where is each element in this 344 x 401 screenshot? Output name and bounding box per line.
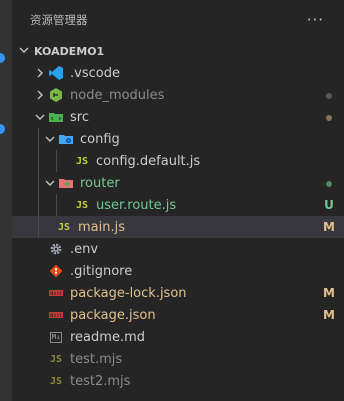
more-actions-icon[interactable]: ···: [307, 11, 324, 29]
indent-guide: [56, 150, 57, 172]
node-folder-icon: [48, 87, 64, 103]
js-file-icon: JS: [48, 373, 64, 389]
tree-item-test-mjs[interactable]: JS test.mjs: [12, 348, 344, 370]
tree-item-package-lock-json[interactable]: package-lock.json M: [12, 282, 344, 304]
explorer-panel: 资源管理器 ··· KOADEMO1 .vscode node_modules …: [12, 0, 344, 401]
tree-item-main-js[interactable]: JS main.js M: [12, 216, 344, 238]
config-folder-icon: [58, 131, 74, 147]
js-icon-text: JS: [57, 221, 71, 233]
tree-item-label: package-lock.json: [70, 285, 187, 301]
tree-item-label: router: [80, 175, 120, 191]
chevron-down-icon: [32, 113, 48, 121]
tree-item-label: user.route.js: [96, 197, 177, 213]
chevron-down-icon: [12, 45, 34, 58]
chevron-down-icon: [42, 135, 58, 143]
tree-item-gitignore[interactable]: .gitignore: [12, 260, 344, 282]
chevron-down-icon: [42, 179, 58, 187]
tree-item-src[interactable]: src: [12, 106, 344, 128]
tree-item-config-default-js[interactable]: JS config.default.js: [12, 150, 344, 172]
chevron-right-icon: [32, 68, 48, 78]
left-edge: [0, 0, 12, 401]
tree-item-vscode[interactable]: .vscode: [12, 62, 344, 84]
gear-icon: [48, 241, 64, 257]
js-file-icon: JS: [74, 153, 90, 169]
tree-item-label: .gitignore: [70, 263, 133, 279]
tree-item-label: config: [80, 131, 120, 147]
git-status-modified: M: [323, 220, 335, 234]
file-tree: .vscode node_modules src config JS confi…: [12, 62, 344, 392]
tree-item-label: test.mjs: [70, 351, 123, 367]
tree-item-package-json[interactable]: package.json M: [12, 304, 344, 326]
tree-item-label: .env: [70, 241, 99, 257]
tree-item-label: readme.md: [70, 329, 145, 345]
tree-item-label: package.json: [70, 307, 156, 323]
tree-item-user-route-js[interactable]: JS user.route.js U: [12, 194, 344, 216]
src-folder-icon: [48, 109, 64, 125]
tree-item-label: test2.mjs: [70, 373, 131, 389]
tree-item-env[interactable]: .env: [12, 238, 344, 260]
tree-item-label: config.default.js: [96, 153, 201, 169]
markdown-icon: M↓: [48, 329, 64, 345]
js-icon-text: JS: [75, 155, 89, 167]
explorer-header: 资源管理器 ···: [12, 0, 344, 40]
npm-icon: [48, 307, 64, 323]
tree-item-node-modules[interactable]: node_modules: [12, 84, 344, 106]
js-icon-text: JS: [49, 353, 63, 365]
js-icon-text: JS: [49, 375, 63, 387]
indent-guide: [38, 150, 39, 172]
explorer-title: 资源管理器: [30, 13, 88, 27]
tree-item-router[interactable]: router: [12, 172, 344, 194]
git-status-untracked: U: [324, 198, 334, 212]
tree-item-label: main.js: [78, 219, 125, 235]
router-folder-icon: [58, 175, 74, 191]
indent-guide: [56, 194, 57, 216]
tree-item-test2-mjs[interactable]: JS test2.mjs: [12, 370, 344, 392]
untracked-dot: [314, 176, 344, 190]
js-icon-text: JS: [75, 199, 89, 211]
git-status-modified: M: [323, 286, 335, 300]
indent-guide: [38, 172, 39, 194]
indent-guide: [38, 216, 39, 238]
indent-guide: [38, 194, 39, 216]
activity-badge: [0, 53, 5, 63]
js-file-icon: JS: [56, 219, 72, 235]
modified-dot: [314, 110, 344, 124]
vscode-folder-icon: [48, 65, 64, 81]
git-icon: [48, 263, 64, 279]
workspace-section-header[interactable]: KOADEMO1: [12, 40, 344, 62]
tree-item-config[interactable]: config: [12, 128, 344, 150]
tree-item-label: node_modules: [70, 87, 165, 103]
git-status-modified: M: [323, 308, 335, 322]
chevron-right-icon: [32, 90, 48, 100]
tree-item-readme-md[interactable]: M↓ readme.md: [12, 326, 344, 348]
workspace-name: KOADEMO1: [34, 44, 105, 58]
tree-item-label: src: [70, 109, 89, 125]
js-file-icon: JS: [48, 351, 64, 367]
ignored-dot: [314, 88, 344, 102]
activity-badge: [0, 124, 5, 134]
indent-guide: [38, 128, 39, 150]
tree-item-label: vscode: [74, 65, 120, 81]
markdown-icon-text: M↓: [49, 331, 63, 343]
npm-icon: [48, 285, 64, 301]
js-file-icon: JS: [74, 197, 90, 213]
